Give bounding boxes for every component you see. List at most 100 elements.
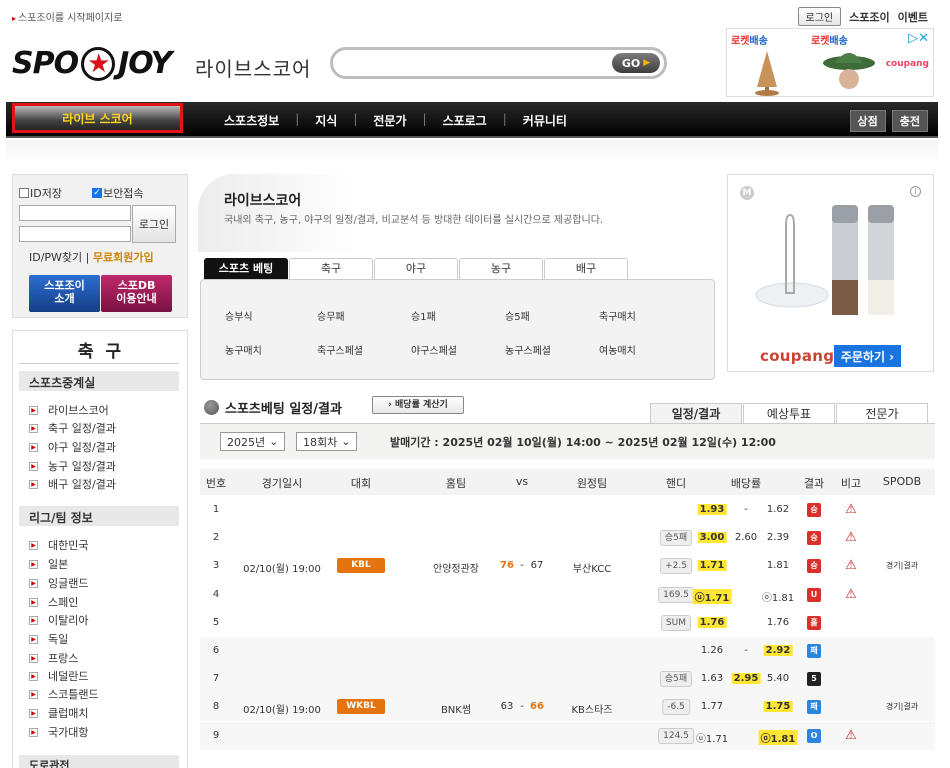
side-item-italy[interactable]: ▶ 이탈리아 bbox=[29, 612, 88, 628]
odds-away[interactable]: 1.76 bbox=[767, 617, 789, 628]
bet-type-link[interactable]: 야구스페셜 bbox=[411, 342, 457, 357]
odds-away[interactable]: 1.81 bbox=[767, 560, 789, 571]
bet-type-link[interactable]: 농구스페셜 bbox=[505, 342, 551, 357]
odds-calculator-button[interactable]: › 배당률 계산기 bbox=[372, 396, 464, 414]
ad-product-1[interactable]: 로켓배송 bbox=[727, 29, 807, 97]
bet-type-link[interactable]: 여농매치 bbox=[599, 342, 636, 357]
side-item-volleyball[interactable]: ▶ 배구 일정/결과 bbox=[29, 476, 116, 492]
side-item-soccer[interactable]: ▶ 축구 일정/결과 bbox=[29, 420, 116, 436]
side-item-baseball[interactable]: ▶ 야구 일정/결과 bbox=[29, 439, 116, 455]
login-button[interactable]: 로그인 bbox=[132, 205, 176, 243]
odds-home[interactable]: 1.26 bbox=[701, 645, 723, 656]
tab-sports-betting[interactable]: 스포츠 베팅 bbox=[204, 258, 288, 280]
odds-home[interactable]: 1.63 bbox=[701, 673, 723, 684]
odds-away[interactable]: ⓞ1.81 bbox=[758, 729, 798, 745]
league-badge[interactable]: WKBL bbox=[337, 699, 385, 715]
league-badge[interactable]: KBL bbox=[337, 558, 385, 574]
away-team[interactable]: 부산KCC bbox=[573, 560, 611, 575]
search-input[interactable] bbox=[345, 54, 605, 72]
save-id-checkbox[interactable]: ID저장 bbox=[19, 185, 62, 201]
odds-draw[interactable]: - bbox=[744, 645, 748, 656]
ad-choices-icon[interactable]: ▷✕ bbox=[908, 31, 929, 46]
side-banner-ad[interactable]: M i coupang 주문하기 › bbox=[727, 174, 934, 372]
bet-type-link[interactable]: 농구매치 bbox=[225, 342, 262, 357]
side-item-japan[interactable]: ▶ 일본 bbox=[29, 556, 68, 572]
charge-button[interactable]: 충전 bbox=[891, 110, 928, 132]
col-header: 결과 bbox=[803, 477, 825, 490]
site-logo[interactable]: SPO ★ JOY bbox=[12, 46, 172, 81]
nav-live-score[interactable]: 라이브 스코어 bbox=[12, 103, 183, 133]
bet-type-link[interactable]: 승5패 bbox=[505, 308, 530, 323]
spojoy-link[interactable]: 스포조이 bbox=[849, 9, 889, 25]
odds-away[interactable]: 1.75 bbox=[763, 701, 793, 713]
home-team[interactable]: BNK썸 bbox=[441, 701, 471, 716]
find-id-pw-link[interactable]: ID/PW찾기 bbox=[29, 251, 82, 264]
nav-spolog[interactable]: 스포로그 bbox=[443, 112, 487, 129]
about-spojoy-button[interactable]: 스포조이 소개 bbox=[29, 275, 100, 312]
side-item-england[interactable]: ▶ 잉글랜드 bbox=[29, 575, 88, 591]
match-datetime: 02/10(월) 19:00 bbox=[243, 564, 321, 576]
tab-baseball[interactable]: 야구 bbox=[374, 258, 458, 280]
side-item-basketball[interactable]: ▶ 농구 일정/결과 bbox=[29, 458, 116, 474]
order-now-button[interactable]: 주문하기 › bbox=[834, 345, 901, 367]
spodb-links[interactable]: 경기|결과 bbox=[886, 560, 918, 571]
odds-away[interactable]: 1.62 bbox=[767, 504, 789, 515]
odds-home[interactable]: 1.93 bbox=[697, 504, 727, 515]
spodb-links[interactable]: 경기|결과 bbox=[886, 701, 918, 712]
bet-type-link[interactable]: 축구스페셜 bbox=[317, 342, 363, 357]
odds-home[interactable]: 1.71 bbox=[697, 560, 727, 572]
top-login-button[interactable]: 로그인 bbox=[797, 7, 842, 26]
set-homepage-link[interactable]: ▸ 스포조이를 시작페이지로 bbox=[12, 9, 122, 24]
odds-home[interactable]: ⓤ1.71 bbox=[692, 588, 732, 604]
tab-prediction-vote[interactable]: 예상투표 bbox=[743, 403, 835, 424]
tab-basketball[interactable]: 농구 bbox=[459, 258, 543, 280]
nav-experts[interactable]: 전문가 bbox=[373, 112, 406, 129]
user-id-field[interactable] bbox=[19, 205, 131, 221]
bet-type-link[interactable]: 승무패 bbox=[317, 308, 345, 323]
tab-experts[interactable]: 전문가 bbox=[836, 403, 928, 424]
ad-product-2[interactable]: 로켓배송 bbox=[807, 29, 887, 97]
odds-home[interactable]: 1.76 bbox=[697, 616, 727, 628]
round-select[interactable]: 18회차 ⌄ bbox=[296, 432, 358, 451]
side-item-national[interactable]: ▶ 국가대항 bbox=[29, 724, 88, 740]
away-team[interactable]: KB스타즈 bbox=[571, 701, 612, 716]
score-separator: - bbox=[520, 701, 524, 713]
search-go-button[interactable]: GO ▶ bbox=[612, 53, 660, 73]
bet-type-link[interactable]: 축구매치 bbox=[599, 308, 636, 323]
tab-schedule-result[interactable]: 일정/결과 bbox=[650, 403, 742, 424]
tab-soccer[interactable]: 축구 bbox=[289, 258, 373, 280]
side-item-korea[interactable]: ▶ 대한민국 bbox=[29, 537, 88, 553]
odds-draw[interactable]: 2.60 bbox=[735, 532, 757, 543]
nav-sports-info[interactable]: 스포츠정보 bbox=[224, 112, 279, 129]
bet-type-link[interactable]: 승부식 bbox=[225, 308, 253, 323]
side-item-france[interactable]: ▶ 프랑스 bbox=[29, 650, 78, 666]
odds-away[interactable]: 5.40 bbox=[767, 673, 789, 684]
bet-type-link[interactable]: 승1패 bbox=[411, 308, 436, 323]
odds-home[interactable]: ⓤ1.71 bbox=[696, 730, 728, 745]
side-item-livescore[interactable]: ▶ 라이브스코어 bbox=[29, 402, 109, 418]
password-field[interactable] bbox=[19, 226, 131, 242]
odds-away[interactable]: 2.92 bbox=[763, 645, 793, 656]
odds-away[interactable]: ⓞ1.81 bbox=[762, 589, 794, 604]
odds-draw[interactable]: - bbox=[744, 504, 748, 515]
odds-away[interactable]: 2.39 bbox=[767, 532, 789, 543]
home-team[interactable]: 안양정관장 bbox=[433, 560, 479, 575]
top-banner-ad[interactable]: 로켓배송 로켓배송 ▷✕ coupang bbox=[726, 28, 934, 97]
event-link[interactable]: 이벤트 bbox=[898, 9, 928, 25]
shop-button[interactable]: 상점 bbox=[849, 110, 886, 132]
side-item-club-match[interactable]: ▶ 클럽매치 bbox=[29, 705, 88, 721]
free-join-link[interactable]: 무료회원가입 bbox=[93, 251, 154, 264]
side-item-netherlands[interactable]: ▶ 네덜란드 bbox=[29, 668, 88, 684]
odds-draw[interactable]: 2.95 bbox=[731, 673, 761, 685]
nav-knowledge[interactable]: 지식 bbox=[315, 112, 337, 129]
side-item-spain[interactable]: ▶ 스페인 bbox=[29, 594, 78, 610]
spodb-guide-button[interactable]: 스포DB 이용안내 bbox=[101, 275, 172, 312]
side-item-germany[interactable]: ▶ 독일 bbox=[29, 631, 68, 647]
odds-home[interactable]: 3.00 bbox=[697, 532, 727, 544]
secure-login-checkbox[interactable]: ✓ 보안접속 bbox=[92, 185, 143, 201]
tab-volleyball[interactable]: 배구 bbox=[544, 258, 628, 280]
nav-community[interactable]: 커뮤니티 bbox=[523, 112, 567, 129]
year-select[interactable]: 2025년 ⌄ bbox=[220, 432, 286, 451]
odds-home[interactable]: 1.77 bbox=[701, 701, 723, 712]
side-item-scotland[interactable]: ▶ 스코틀랜드 bbox=[29, 686, 99, 702]
